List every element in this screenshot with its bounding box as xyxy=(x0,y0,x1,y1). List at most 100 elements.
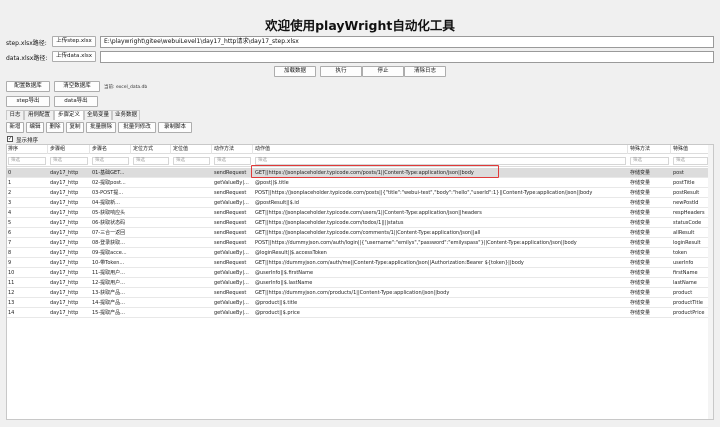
cell-name: 14-提取产品... xyxy=(92,300,125,306)
cell-locator-type xyxy=(132,258,171,268)
cell-special-value: postResult xyxy=(673,190,700,196)
cell-order: 12 xyxy=(8,290,15,296)
filter-input-order[interactable]: 筛选 xyxy=(8,157,46,165)
batch-delete-button[interactable]: 批量删除 xyxy=(86,122,116,133)
highlight-box xyxy=(251,165,499,178)
cell-group: day17_http xyxy=(50,290,79,296)
table-row[interactable]: 3 day17_http 04-提取新... getValueBy|... @postR… xyxy=(7,198,713,208)
cell-action-method: getValueBy|... xyxy=(214,280,249,286)
table-row[interactable]: 1 day17_http 02-提取post... getValueBy|... @po… xyxy=(7,178,713,188)
cell-group: day17_http xyxy=(50,250,79,256)
cell-special-value: allResult xyxy=(673,230,695,236)
delete-button[interactable]: 删除 xyxy=(46,122,64,133)
load-data-button[interactable]: 加载数据 xyxy=(274,66,316,77)
cell-locator-type xyxy=(132,268,171,278)
edit-button[interactable]: 编辑 xyxy=(26,122,44,133)
filter-input-locator-type[interactable]: 筛选 xyxy=(133,157,169,165)
cell-action-method: sendRequest xyxy=(214,190,247,196)
cell-locator-value xyxy=(172,218,212,228)
tab-global-vars[interactable]: 全局变量 xyxy=(84,110,112,120)
cell-group: day17_http xyxy=(50,300,79,306)
cell-order: 6 xyxy=(8,230,12,236)
show-order-checkbox[interactable]: ✓ xyxy=(7,136,13,142)
upload-step-button[interactable]: 上传step.xlsx xyxy=(52,36,96,47)
table-row[interactable]: 13 day17_http 14-提取产品... getValueBy|... @pro… xyxy=(7,298,713,308)
filter-input-action-value[interactable]: 筛选 xyxy=(255,157,626,165)
column-header-order[interactable]: 排序 xyxy=(7,145,48,154)
tab-step-definition[interactable]: 步骤定义 xyxy=(54,110,84,120)
tab-business-data[interactable]: 业务数据 xyxy=(112,110,140,120)
table-row[interactable]: 6 day17_http 07-三合一返回 sendRequest GET||https… xyxy=(7,228,713,238)
table-row[interactable]: 14 day17_http 15-提取产品... getValueBy|... @pro… xyxy=(7,308,713,318)
cell-group: day17_http xyxy=(50,230,79,236)
cell-special-value: productTitle xyxy=(673,300,703,306)
batch-column-edit-button[interactable]: 批量列修改 xyxy=(118,122,156,133)
steps-table: 排序 步骤组 步骤名 定位方式 定位值 动作方法 动作值 特殊方法 特殊值 筛选 筛选 筛选 筛选 筛选… xyxy=(6,144,714,420)
add-button[interactable]: 新增 xyxy=(6,122,24,133)
cell-locator-type xyxy=(132,168,171,178)
cell-locator-type xyxy=(132,208,171,218)
run-button[interactable]: 执行 xyxy=(320,66,362,77)
cell-locator-type xyxy=(132,238,171,248)
cell-action-value: GET||https://jsonplaceholder.typicode.co… xyxy=(255,230,481,236)
record-script-button[interactable]: 录制脚本 xyxy=(158,122,192,133)
cell-action-method: sendRequest xyxy=(214,230,247,236)
tab-case-config[interactable]: 用例配置 xyxy=(24,110,54,120)
column-header-special-method[interactable]: 特殊方法 xyxy=(629,145,671,154)
table-row[interactable]: 7 day17_http 08-登录获取... sendRequest POST||ht… xyxy=(7,238,713,248)
cell-locator-value xyxy=(172,278,212,288)
table-row[interactable]: 8 day17_http 09-提取acce... getValueBy|... @lo… xyxy=(7,248,713,258)
cell-special-method: 存储变量 xyxy=(630,290,651,296)
cell-action-value: GET||https://jsonplaceholder.typicode.co… xyxy=(255,210,482,216)
cell-order: 1 xyxy=(8,180,12,186)
column-header-special-value[interactable]: 特殊值 xyxy=(672,145,710,154)
vertical-scrollbar[interactable] xyxy=(708,145,713,419)
stop-button[interactable]: 停止 xyxy=(362,66,404,77)
filter-input-special-method[interactable]: 筛选 xyxy=(630,157,669,165)
cell-name: 02-提取post... xyxy=(92,180,126,186)
cell-action-value: GET||https://dummyjson.com/auth/me||Cont… xyxy=(255,260,524,266)
cell-locator-value xyxy=(172,288,212,298)
cell-action-value: POST||https://jsonplaceholder.typicode.c… xyxy=(255,190,593,196)
column-header-name[interactable]: 步骤名 xyxy=(91,145,131,154)
table-row[interactable]: 10 day17_http 11-提取用户... getValueBy|... @use… xyxy=(7,268,713,278)
cell-group: day17_http xyxy=(50,280,79,286)
filter-input-action-method[interactable]: 筛选 xyxy=(214,157,251,165)
column-header-locator-value[interactable]: 定位值 xyxy=(172,145,212,154)
table-row[interactable]: 5 day17_http 06-获取状态码 sendRequest GET||https… xyxy=(7,218,713,228)
filter-input-locator-value[interactable]: 筛选 xyxy=(173,157,210,165)
cell-name: 05-获取响应头 xyxy=(92,210,126,216)
copy-button[interactable]: 复制 xyxy=(66,122,84,133)
upload-data-button[interactable]: 上传data.xlsx xyxy=(52,51,96,62)
cell-special-method: 存储变量 xyxy=(630,240,651,246)
filter-input-special-value[interactable]: 筛选 xyxy=(673,157,708,165)
db-config-button[interactable]: 配置数据库 xyxy=(6,81,50,92)
filter-input-name[interactable]: 筛选 xyxy=(92,157,129,165)
cell-group: day17_http xyxy=(50,310,79,316)
column-header-locator-type[interactable]: 定位方式 xyxy=(132,145,171,154)
table-row[interactable]: 12 day17_http 13-获取产品... sendRequest GET||ht… xyxy=(7,288,713,298)
step-export-button[interactable]: step导出 xyxy=(6,96,50,107)
cell-special-method: 存储变量 xyxy=(630,250,651,256)
filter-input-group[interactable]: 筛选 xyxy=(50,157,88,165)
column-header-group[interactable]: 步骤组 xyxy=(49,145,90,154)
clear-log-button[interactable]: 清除日志 xyxy=(404,66,446,77)
cell-action-value: POST||https://dummyjson.com/auth/login||… xyxy=(255,240,577,246)
step-path-field[interactable]: E:\playwright\gitee\webuiLevel1\day17_ht… xyxy=(100,36,714,48)
clear-db-button[interactable]: 清空数据库 xyxy=(54,81,100,92)
table-row[interactable]: 2 day17_http 03-POST提... sendRequest POST||h… xyxy=(7,188,713,198)
tab-log[interactable]: 日志 xyxy=(6,110,24,120)
cell-name: 12-提取用户... xyxy=(92,280,125,286)
table-row[interactable]: 9 day17_http 10-带Token... sendRequest GET||h… xyxy=(7,258,713,268)
column-header-action-method[interactable]: 动作方法 xyxy=(213,145,253,154)
data-path-field[interactable] xyxy=(100,51,714,63)
column-header-action-value[interactable]: 动作值 xyxy=(254,145,628,154)
cell-order: 2 xyxy=(8,190,12,196)
data-export-button[interactable]: data导出 xyxy=(54,96,98,107)
table-row[interactable]: 11 day17_http 12-提取用户... getValueBy|... @use… xyxy=(7,278,713,288)
cell-locator-value xyxy=(172,298,212,308)
cell-name: 11-提取用户... xyxy=(92,270,125,276)
table-row[interactable]: 4 day17_http 05-获取响应头 sendRequest GET||https… xyxy=(7,208,713,218)
cell-name: 09-提取acce... xyxy=(92,250,127,256)
cell-locator-type xyxy=(132,248,171,258)
